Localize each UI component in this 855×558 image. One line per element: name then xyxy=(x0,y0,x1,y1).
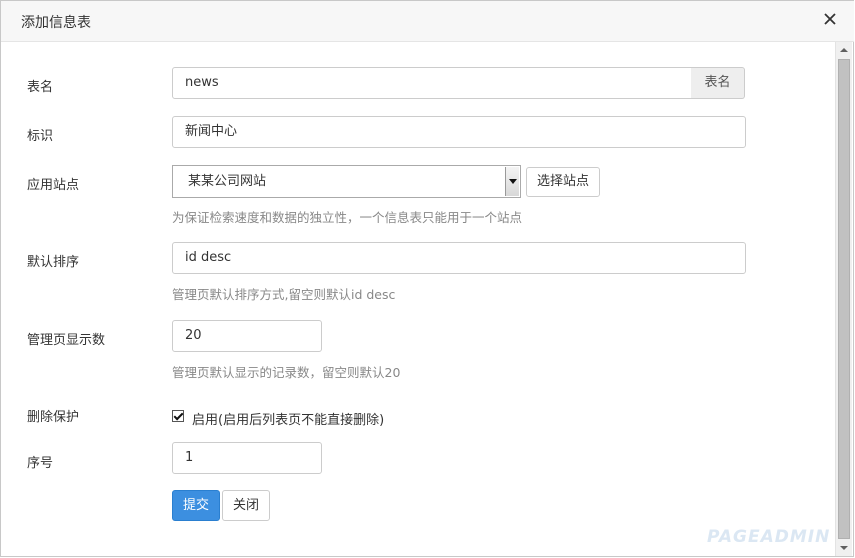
dialog-title: 添加信息表 xyxy=(21,15,91,31)
delete-protect-label: 删除保护 xyxy=(27,410,80,425)
default-sort-label: 默认排序 xyxy=(27,255,80,270)
site-label: 应用站点 xyxy=(27,178,80,193)
default-sort-input[interactable]: id desc xyxy=(172,242,746,274)
page-size-label: 管理页显示数 xyxy=(27,333,106,348)
site-selected-value: 某某公司网站 xyxy=(188,174,267,189)
delete-protect-option[interactable]: 启用(启用后列表页不能直接删除) xyxy=(192,409,384,428)
table-name-label: 表名 xyxy=(27,80,54,95)
site-help-text: 为保证检索速度和数据的独立性，一个信息表只能用于一个站点 xyxy=(172,210,523,225)
scroll-thumb[interactable] xyxy=(838,59,850,539)
submit-button[interactable]: 提交 xyxy=(172,490,221,521)
page-size-input[interactable]: 20 xyxy=(172,320,322,352)
table-name-addon: 表名 xyxy=(691,67,745,99)
dialog-titlebar: 添加信息表 xyxy=(1,1,854,42)
vertical-scrollbar[interactable] xyxy=(835,42,852,556)
pageadmin-watermark: PAGEADMIN xyxy=(707,527,831,547)
identifier-input[interactable]: 新闻中心 xyxy=(172,116,746,148)
identifier-label: 标识 xyxy=(27,129,54,144)
close-icon[interactable] xyxy=(822,11,838,27)
scroll-up-icon[interactable] xyxy=(836,42,852,58)
page-size-help-text: 管理页默认显示的记录数，留空则默认20 xyxy=(172,365,401,380)
choose-site-button[interactable]: 选择站点 xyxy=(526,167,601,197)
scroll-down-icon[interactable] xyxy=(836,540,852,556)
add-table-dialog: 添加信息表 表名 news 表名 标识 新闻中心 应用站点 某某公司网站 选择站… xyxy=(0,0,854,557)
order-label: 序号 xyxy=(27,456,54,471)
order-input[interactable]: 1 xyxy=(172,442,322,474)
chevron-down-icon[interactable] xyxy=(505,167,519,196)
delete-protect-checkbox[interactable] xyxy=(172,410,184,422)
dialog-body: 表名 news 表名 标识 新闻中心 应用站点 某某公司网站 选择站点 为保证检… xyxy=(1,42,837,557)
table-name-input[interactable]: news xyxy=(172,67,692,99)
close-button[interactable]: 关闭 xyxy=(222,490,271,521)
site-select[interactable]: 某某公司网站 xyxy=(172,165,521,198)
default-sort-help-text: 管理页默认排序方式,留空则默认id desc xyxy=(172,287,396,302)
